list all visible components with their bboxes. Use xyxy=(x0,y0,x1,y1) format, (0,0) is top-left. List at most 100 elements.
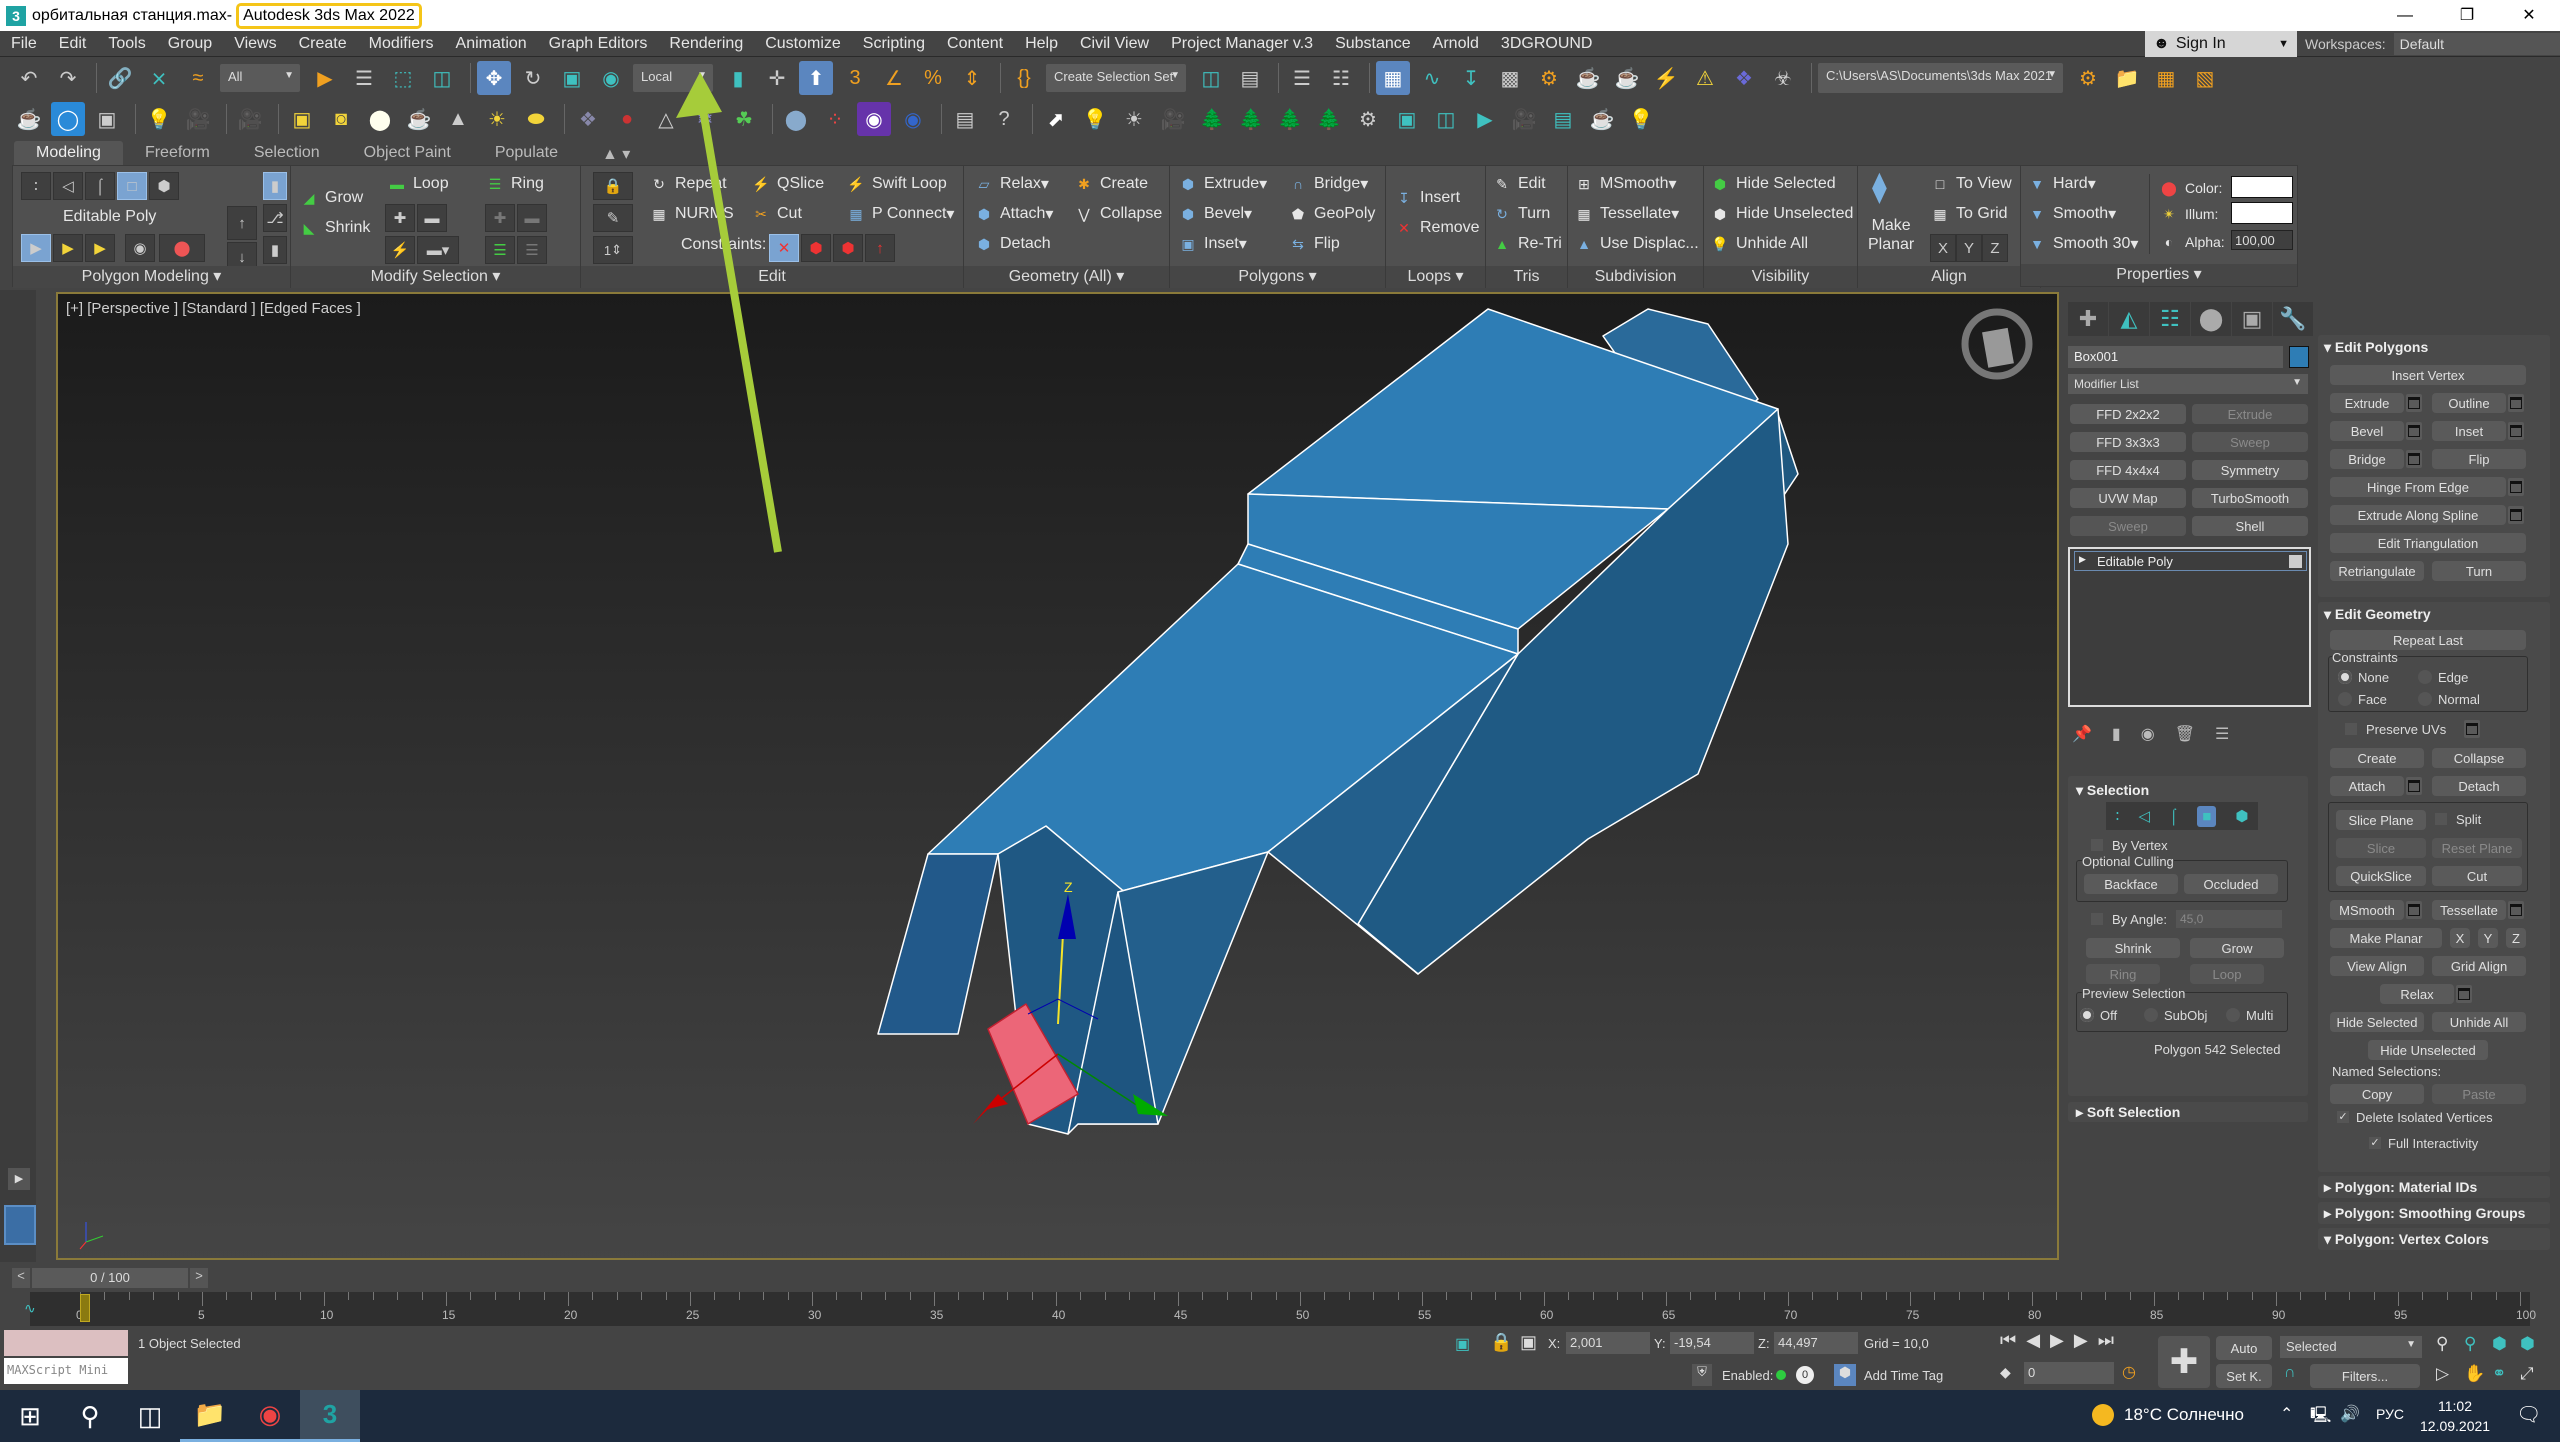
play-icon[interactable]: ▶ xyxy=(2050,1330,2064,1351)
make-unique-icon[interactable]: ◉ xyxy=(2141,724,2155,744)
modifier-extrude[interactable]: Extrude xyxy=(2192,404,2308,424)
next-modifier-icon[interactable]: ▶ xyxy=(85,234,115,262)
3dsmax-taskbar-icon[interactable]: 3 xyxy=(300,1390,360,1442)
stack-toggle[interactable] xyxy=(2289,555,2302,568)
camera-icon[interactable]: 🎥 xyxy=(233,102,267,136)
time-slider[interactable]: 0 / 100 xyxy=(32,1268,188,1288)
unhide-all-button[interactable]: 💡 Unhide All xyxy=(1710,234,1808,254)
make-planar-icon[interactable]: ⧫ xyxy=(1872,170,1887,205)
smoothing-groups-header[interactable]: ▸ Polygon: Smoothing Groups xyxy=(2324,1205,2525,1222)
hinge-from-edge-button[interactable]: Hinge From Edge xyxy=(2330,477,2506,497)
insert-loop-button[interactable]: ↧ Insert xyxy=(1394,188,1460,208)
plugin-purple-icon[interactable]: ◉ xyxy=(857,102,891,136)
edit-spinner[interactable]: 1 ⇕ xyxy=(593,236,633,264)
quickslice-button[interactable]: QuickSlice xyxy=(2336,866,2426,886)
show-cage-icon[interactable]: ▮ xyxy=(263,172,287,200)
vertex-level-icon[interactable]: ∶ xyxy=(2116,807,2120,825)
flip-button[interactable]: Flip xyxy=(2432,449,2526,469)
create-tab-icon[interactable]: ✚ xyxy=(2068,302,2108,336)
key-tangent-icon[interactable]: ∩ xyxy=(2284,1364,2296,1382)
illum-swatch[interactable] xyxy=(2231,202,2293,224)
extrude-along-spline-button[interactable]: Extrude Along Spline xyxy=(2330,505,2506,525)
x-coord-spinner[interactable]: 2,001 xyxy=(1566,1332,1650,1354)
border-level-icon[interactable]: ⌠ xyxy=(2169,808,2178,825)
modifier-symmetry[interactable]: Symmetry xyxy=(2192,460,2308,480)
menu-group[interactable]: Group xyxy=(157,35,223,53)
grow-button[interactable]: ◢ Grow xyxy=(299,188,364,208)
menu-help[interactable]: Help xyxy=(1014,35,1069,53)
preserve-uvs-checkbox[interactable] xyxy=(2344,722,2358,736)
menu-arnold[interactable]: Arnold xyxy=(1422,35,1490,53)
select-manipulate-icon[interactable]: ✛ xyxy=(760,61,794,95)
selection-filter-dropdown[interactable]: All ▼ xyxy=(220,64,300,92)
tree-card-icon[interactable]: 🌲 xyxy=(1312,102,1346,136)
next-frame-button[interactable]: > xyxy=(190,1268,208,1288)
retri-button[interactable]: ▲ Re-Tri xyxy=(1492,234,1562,254)
selection-sphere-icon[interactable]: ◉ xyxy=(896,102,930,136)
shrink-button[interactable]: Shrink xyxy=(2086,938,2180,958)
use-displacement-button[interactable]: ▲ Use Displac... xyxy=(1574,234,1699,254)
go-to-start-icon[interactable]: ⏮ xyxy=(2000,1330,2016,1351)
bind-space-warp-icon[interactable]: ≈ xyxy=(181,61,215,95)
z-coord-spinner[interactable]: 44,497 xyxy=(1774,1332,1858,1354)
group-label[interactable]: Loops ▾ xyxy=(1386,266,1485,288)
object-color-swatch[interactable] xyxy=(2289,346,2309,368)
snaps-toggle-icon[interactable]: 3 xyxy=(838,61,872,95)
soft-selection-rollout[interactable]: ▸ Soft Selection xyxy=(2068,1102,2308,1122)
scene-explorer-icon[interactable]: ☰ xyxy=(1285,61,1319,95)
group-label[interactable]: Properties ▾ xyxy=(2021,264,2297,286)
menu-edit[interactable]: Edit xyxy=(48,35,98,53)
vertex-colors-header[interactable]: ▾ Polygon: Vertex Colors xyxy=(2324,1231,2489,1248)
to-view-button[interactable]: □ To View xyxy=(1930,174,2012,194)
group-label[interactable]: Polygon Modeling ▾ xyxy=(13,266,290,288)
keyboard-shortcut-override-icon[interactable]: ⬆ xyxy=(799,61,833,95)
group-label[interactable]: Subdivision xyxy=(1568,266,1703,288)
extrude-spline-settings-icon[interactable] xyxy=(2508,506,2524,524)
pin-stack-icon[interactable]: ⎇ xyxy=(263,204,287,232)
nurms-button[interactable]: ▦ NURMS xyxy=(649,204,733,224)
video-camera-icon[interactable]: 🎥 xyxy=(1156,102,1190,136)
previous-modifier-icon[interactable]: ▶ xyxy=(53,234,83,262)
hierarchy-tab-icon[interactable]: ☷ xyxy=(2150,302,2190,336)
light-lister-icon[interactable]: 💡 xyxy=(142,102,176,136)
extrude-button[interactable]: ⬢ Extrude ▾ xyxy=(1178,174,1267,194)
delete-isolated-checkbox[interactable]: ✓ xyxy=(2336,1110,2350,1124)
redo-icon[interactable]: ↷ xyxy=(51,61,85,95)
shrink-ring-icon[interactable]: ▬ xyxy=(517,204,547,232)
loop-button[interactable]: Loop xyxy=(2190,964,2264,984)
make-planar-button[interactable]: Make Planar xyxy=(1868,216,1914,254)
grow-loop-icon[interactable]: ✚ xyxy=(385,204,415,232)
window-split-icon[interactable]: ◫ xyxy=(1429,102,1463,136)
isolate-selection-icon[interactable]: ▣ xyxy=(1455,1334,1470,1354)
cut-button[interactable]: Cut xyxy=(2432,866,2522,886)
tessellate-settings-icon[interactable] xyxy=(2508,901,2524,919)
plugin2-icon[interactable]: ☣ xyxy=(1766,61,1800,95)
align-z-button[interactable]: Z xyxy=(1982,234,2008,262)
constraint-normal-radio[interactable] xyxy=(2418,692,2432,706)
gear-ring-icon[interactable]: ⚙ xyxy=(1351,102,1385,136)
go-to-end-icon[interactable]: ⏭ xyxy=(2098,1330,2114,1351)
attach-settings-icon[interactable] xyxy=(2406,777,2422,795)
selection-rollout-header[interactable]: ▾ Selection xyxy=(2076,782,2149,799)
hide-selected-button[interactable]: Hide Selected xyxy=(2330,1012,2424,1032)
polygon-mode-icon[interactable]: □ xyxy=(117,172,147,200)
camera-add-icon[interactable]: 🎥 xyxy=(1507,102,1541,136)
workspace-dropdown[interactable]: Default ▼ xyxy=(2393,33,2560,55)
tray-chevron-icon[interactable]: ⌃ xyxy=(2280,1404,2293,1424)
planar-x-button[interactable]: X xyxy=(2450,928,2470,948)
planar-z-button[interactable]: Z xyxy=(2506,928,2526,948)
ring-button[interactable]: ☰ Ring xyxy=(485,174,544,194)
show-end-result-icon[interactable]: ▮ xyxy=(2112,724,2121,744)
tab-modeling[interactable]: Modeling xyxy=(14,141,123,165)
layer-explorer-icon[interactable]: ☷ xyxy=(1324,61,1358,95)
ring-options-icon[interactable]: ☰ xyxy=(517,236,547,264)
menu-file[interactable]: File xyxy=(0,35,48,53)
undo-icon[interactable]: ↶ xyxy=(12,61,46,95)
color-swatch[interactable] xyxy=(2231,176,2293,198)
shrink-button[interactable]: ◣ Shrink xyxy=(299,218,371,238)
next-key-icon[interactable]: ▶ xyxy=(2074,1330,2088,1351)
start-button[interactable]: ⊞ xyxy=(0,1390,60,1442)
modifier-list-dropdown[interactable]: Modifier List ▼ xyxy=(2068,374,2308,394)
curve-editor-icon[interactable]: ∿ xyxy=(1415,61,1449,95)
menu-views[interactable]: Views xyxy=(223,35,287,53)
